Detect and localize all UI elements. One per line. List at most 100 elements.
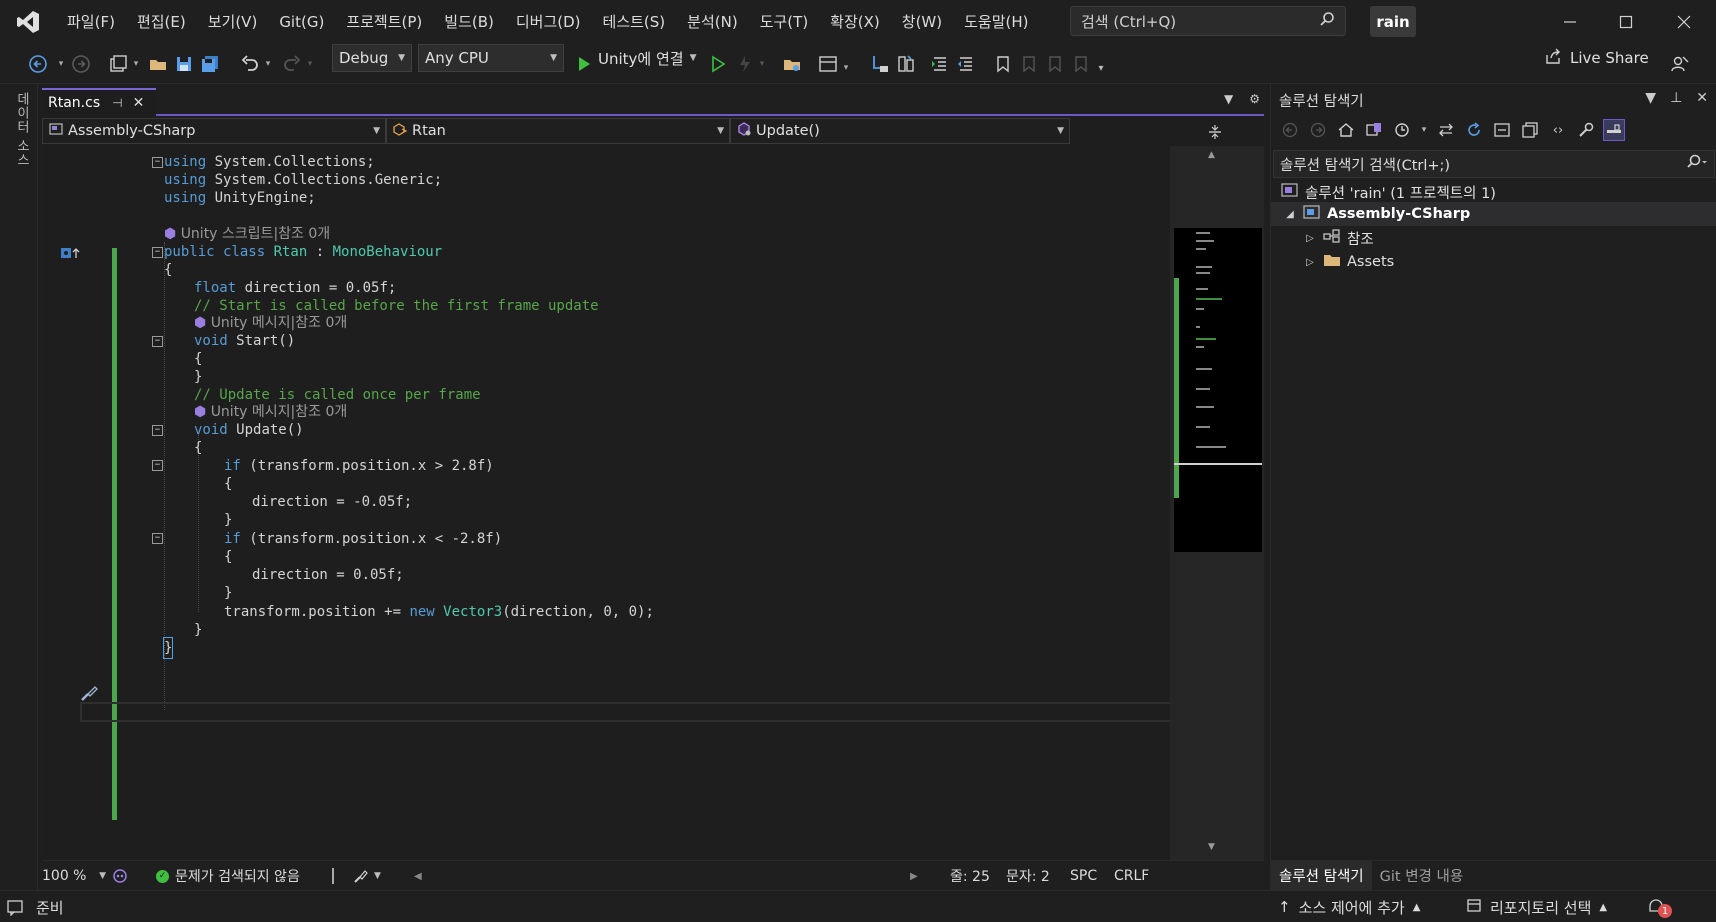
- prev-bookmark-icon[interactable]: [1018, 52, 1040, 76]
- scroll-up-icon[interactable]: ▲: [1208, 150, 1215, 160]
- gear-icon[interactable]: ⚙: [1249, 92, 1260, 106]
- tab-git-changes[interactable]: Git 변경 내용: [1372, 861, 1472, 891]
- panel-menu-icon[interactable]: ▼: [1645, 90, 1656, 106]
- show-all-files-icon[interactable]: [1519, 119, 1541, 141]
- undo-icon[interactable]: [238, 52, 262, 76]
- step-icon[interactable]: [868, 52, 892, 76]
- properties-wrench-icon[interactable]: [1575, 119, 1597, 141]
- save-all-icon[interactable]: [198, 52, 222, 76]
- data-sources-tab[interactable]: 데이터 소스: [12, 92, 31, 167]
- back-icon[interactable]: [1279, 119, 1301, 141]
- hot-reload-dropdown-icon[interactable]: ▾: [756, 52, 768, 76]
- column-number[interactable]: 문자: 2: [1006, 861, 1050, 891]
- menu-build[interactable]: 빌드(B): [433, 0, 505, 44]
- select-repository-button[interactable]: 리포지토리 선택 ▲: [1466, 891, 1607, 922]
- scroll-down-icon[interactable]: ▼: [1208, 842, 1215, 852]
- save-icon[interactable]: [172, 52, 196, 76]
- type-dropdown[interactable]: Rtan ▼: [386, 118, 730, 144]
- menu-project[interactable]: 프로젝트(P): [335, 0, 433, 44]
- minimap-viewport-indicator[interactable]: [1174, 463, 1262, 465]
- pin-icon[interactable]: ⊥: [1670, 90, 1682, 106]
- member-dropdown[interactable]: Update() ▼: [730, 118, 1070, 144]
- new-project-icon[interactable]: [106, 52, 130, 76]
- codelens-start[interactable]: ⬢ Unity 메시지|참조 0개: [194, 313, 347, 333]
- menu-view[interactable]: 보기(V): [197, 0, 269, 44]
- solution-search-input[interactable]: 솔루션 탐색기 검색(Ctrl+;): [1273, 150, 1715, 178]
- close-tab-icon[interactable]: ✕: [133, 95, 145, 111]
- vertical-scrollbar-minimap[interactable]: ▲ ▼: [1170, 146, 1264, 860]
- codelens-class[interactable]: ⬢ Unity 스크립트|참조 0개: [164, 224, 330, 244]
- outdent-icon[interactable]: [954, 52, 978, 76]
- tab-list-dropdown-icon[interactable]: ▼: [1224, 92, 1233, 106]
- tree-project-assembly-csharp[interactable]: ◢ Assembly-CSharp: [1271, 202, 1716, 226]
- menu-help[interactable]: 도움말(H): [953, 0, 1039, 44]
- menu-file[interactable]: 파일(F): [56, 0, 126, 44]
- pending-changes-filter-icon[interactable]: [1391, 119, 1413, 141]
- forward-icon[interactable]: [70, 52, 92, 76]
- close-panel-icon[interactable]: ✕: [1696, 90, 1708, 106]
- live-share-button[interactable]: Live Share: [1544, 44, 1649, 72]
- add-to-source-control-button[interactable]: ↑ 소스 제어에 추가 ▲: [1278, 891, 1420, 922]
- search-input[interactable]: 검색 (Ctrl+Q): [1070, 6, 1346, 36]
- switch-views-icon[interactable]: [1363, 119, 1385, 141]
- view-code-icon[interactable]: ‹›: [1547, 119, 1569, 141]
- minimize-icon[interactable]: [1542, 0, 1598, 44]
- home-icon[interactable]: [1335, 119, 1357, 141]
- implementation-glyph-icon[interactable]: [60, 246, 82, 264]
- code-text-area[interactable]: − − − − − − using System.Collections; us…: [80, 146, 1174, 860]
- menu-edit[interactable]: 편집(E): [126, 0, 197, 44]
- hot-reload-icon[interactable]: [734, 52, 756, 76]
- collapsed-arrow-icon[interactable]: ▷: [1301, 233, 1319, 244]
- collapse-all-icon[interactable]: [1491, 119, 1513, 141]
- layout-dropdown-icon[interactable]: ▾: [840, 56, 852, 80]
- zoom-select[interactable]: 100 % ▼: [42, 861, 106, 891]
- tree-solution-root[interactable]: 솔루션 'rain' (1 프로젝트의 1): [1271, 180, 1716, 204]
- project-dropdown[interactable]: Assembly-CSharp ▼: [42, 118, 386, 144]
- pin-icon[interactable]: ⊣: [112, 96, 122, 110]
- minimap[interactable]: [1174, 228, 1262, 552]
- scroll-left-icon[interactable]: ◀: [414, 861, 422, 891]
- collapsed-arrow-icon[interactable]: ▷: [1301, 257, 1319, 268]
- tab-rtan-cs[interactable]: Rtan.cs ⊣ ✕: [42, 88, 156, 116]
- collapse-start-icon[interactable]: −: [152, 336, 163, 347]
- menu-test[interactable]: 테스트(S): [592, 0, 677, 44]
- toolbar-overflow-icon[interactable]: ▾: [1094, 56, 1108, 80]
- copilot-icon[interactable]: [112, 861, 128, 891]
- tree-references[interactable]: ▷ 참조: [1271, 226, 1716, 250]
- forward-icon[interactable]: [1307, 119, 1329, 141]
- back-icon[interactable]: [26, 52, 50, 76]
- next-bookmark-icon[interactable]: [1044, 52, 1066, 76]
- layout-icon[interactable]: [816, 52, 840, 76]
- start-without-debug-icon[interactable]: [708, 52, 728, 76]
- redo-dropdown-icon[interactable]: ▾: [304, 52, 316, 76]
- codelens-update[interactable]: ⬢ Unity 메시지|참조 0개: [194, 402, 347, 422]
- split-editor-icon[interactable]: [1172, 118, 1258, 146]
- whitespace-mode[interactable]: SPC: [1070, 861, 1097, 891]
- redo-icon[interactable]: [280, 52, 304, 76]
- back-dropdown-icon[interactable]: ▾: [54, 52, 68, 76]
- notifications-bell-icon[interactable]: 1: [1646, 891, 1680, 922]
- menu-tools[interactable]: 도구(T): [749, 0, 819, 44]
- line-ending[interactable]: CRLF: [1114, 861, 1149, 891]
- tree-assets-folder[interactable]: ▷ Assets: [1271, 250, 1716, 274]
- menu-window[interactable]: 창(W): [891, 0, 953, 44]
- collapse-class-icon[interactable]: −: [152, 247, 163, 258]
- bookmark-icon[interactable]: [992, 52, 1014, 76]
- line-number[interactable]: 줄: 25: [950, 861, 990, 891]
- open-folder-icon[interactable]: [146, 52, 170, 76]
- start-debug-icon[interactable]: [574, 52, 594, 76]
- solution-platform-select[interactable]: Any CPU ▼: [418, 44, 564, 72]
- collapse-using-icon[interactable]: −: [152, 157, 163, 168]
- code-cleanup-icon[interactable]: ▼: [352, 861, 381, 891]
- preview-selected-items-icon[interactable]: [1603, 119, 1625, 141]
- tab-solution-explorer[interactable]: 솔루션 탐색기: [1271, 860, 1372, 891]
- output-window-icon[interactable]: [6, 891, 24, 922]
- expanded-arrow-icon[interactable]: ◢: [1281, 209, 1299, 220]
- menu-analyze[interactable]: 분석(N): [676, 0, 749, 44]
- visual-studio-logo-icon[interactable]: [0, 0, 56, 44]
- feedback-icon[interactable]: [1668, 52, 1692, 76]
- solution-configuration-select[interactable]: Debug ▼: [332, 44, 412, 72]
- filter-dropdown-icon[interactable]: ▾: [1419, 119, 1429, 141]
- refresh-icon[interactable]: [1463, 119, 1485, 141]
- open-file-in-explorer-icon[interactable]: [780, 52, 804, 76]
